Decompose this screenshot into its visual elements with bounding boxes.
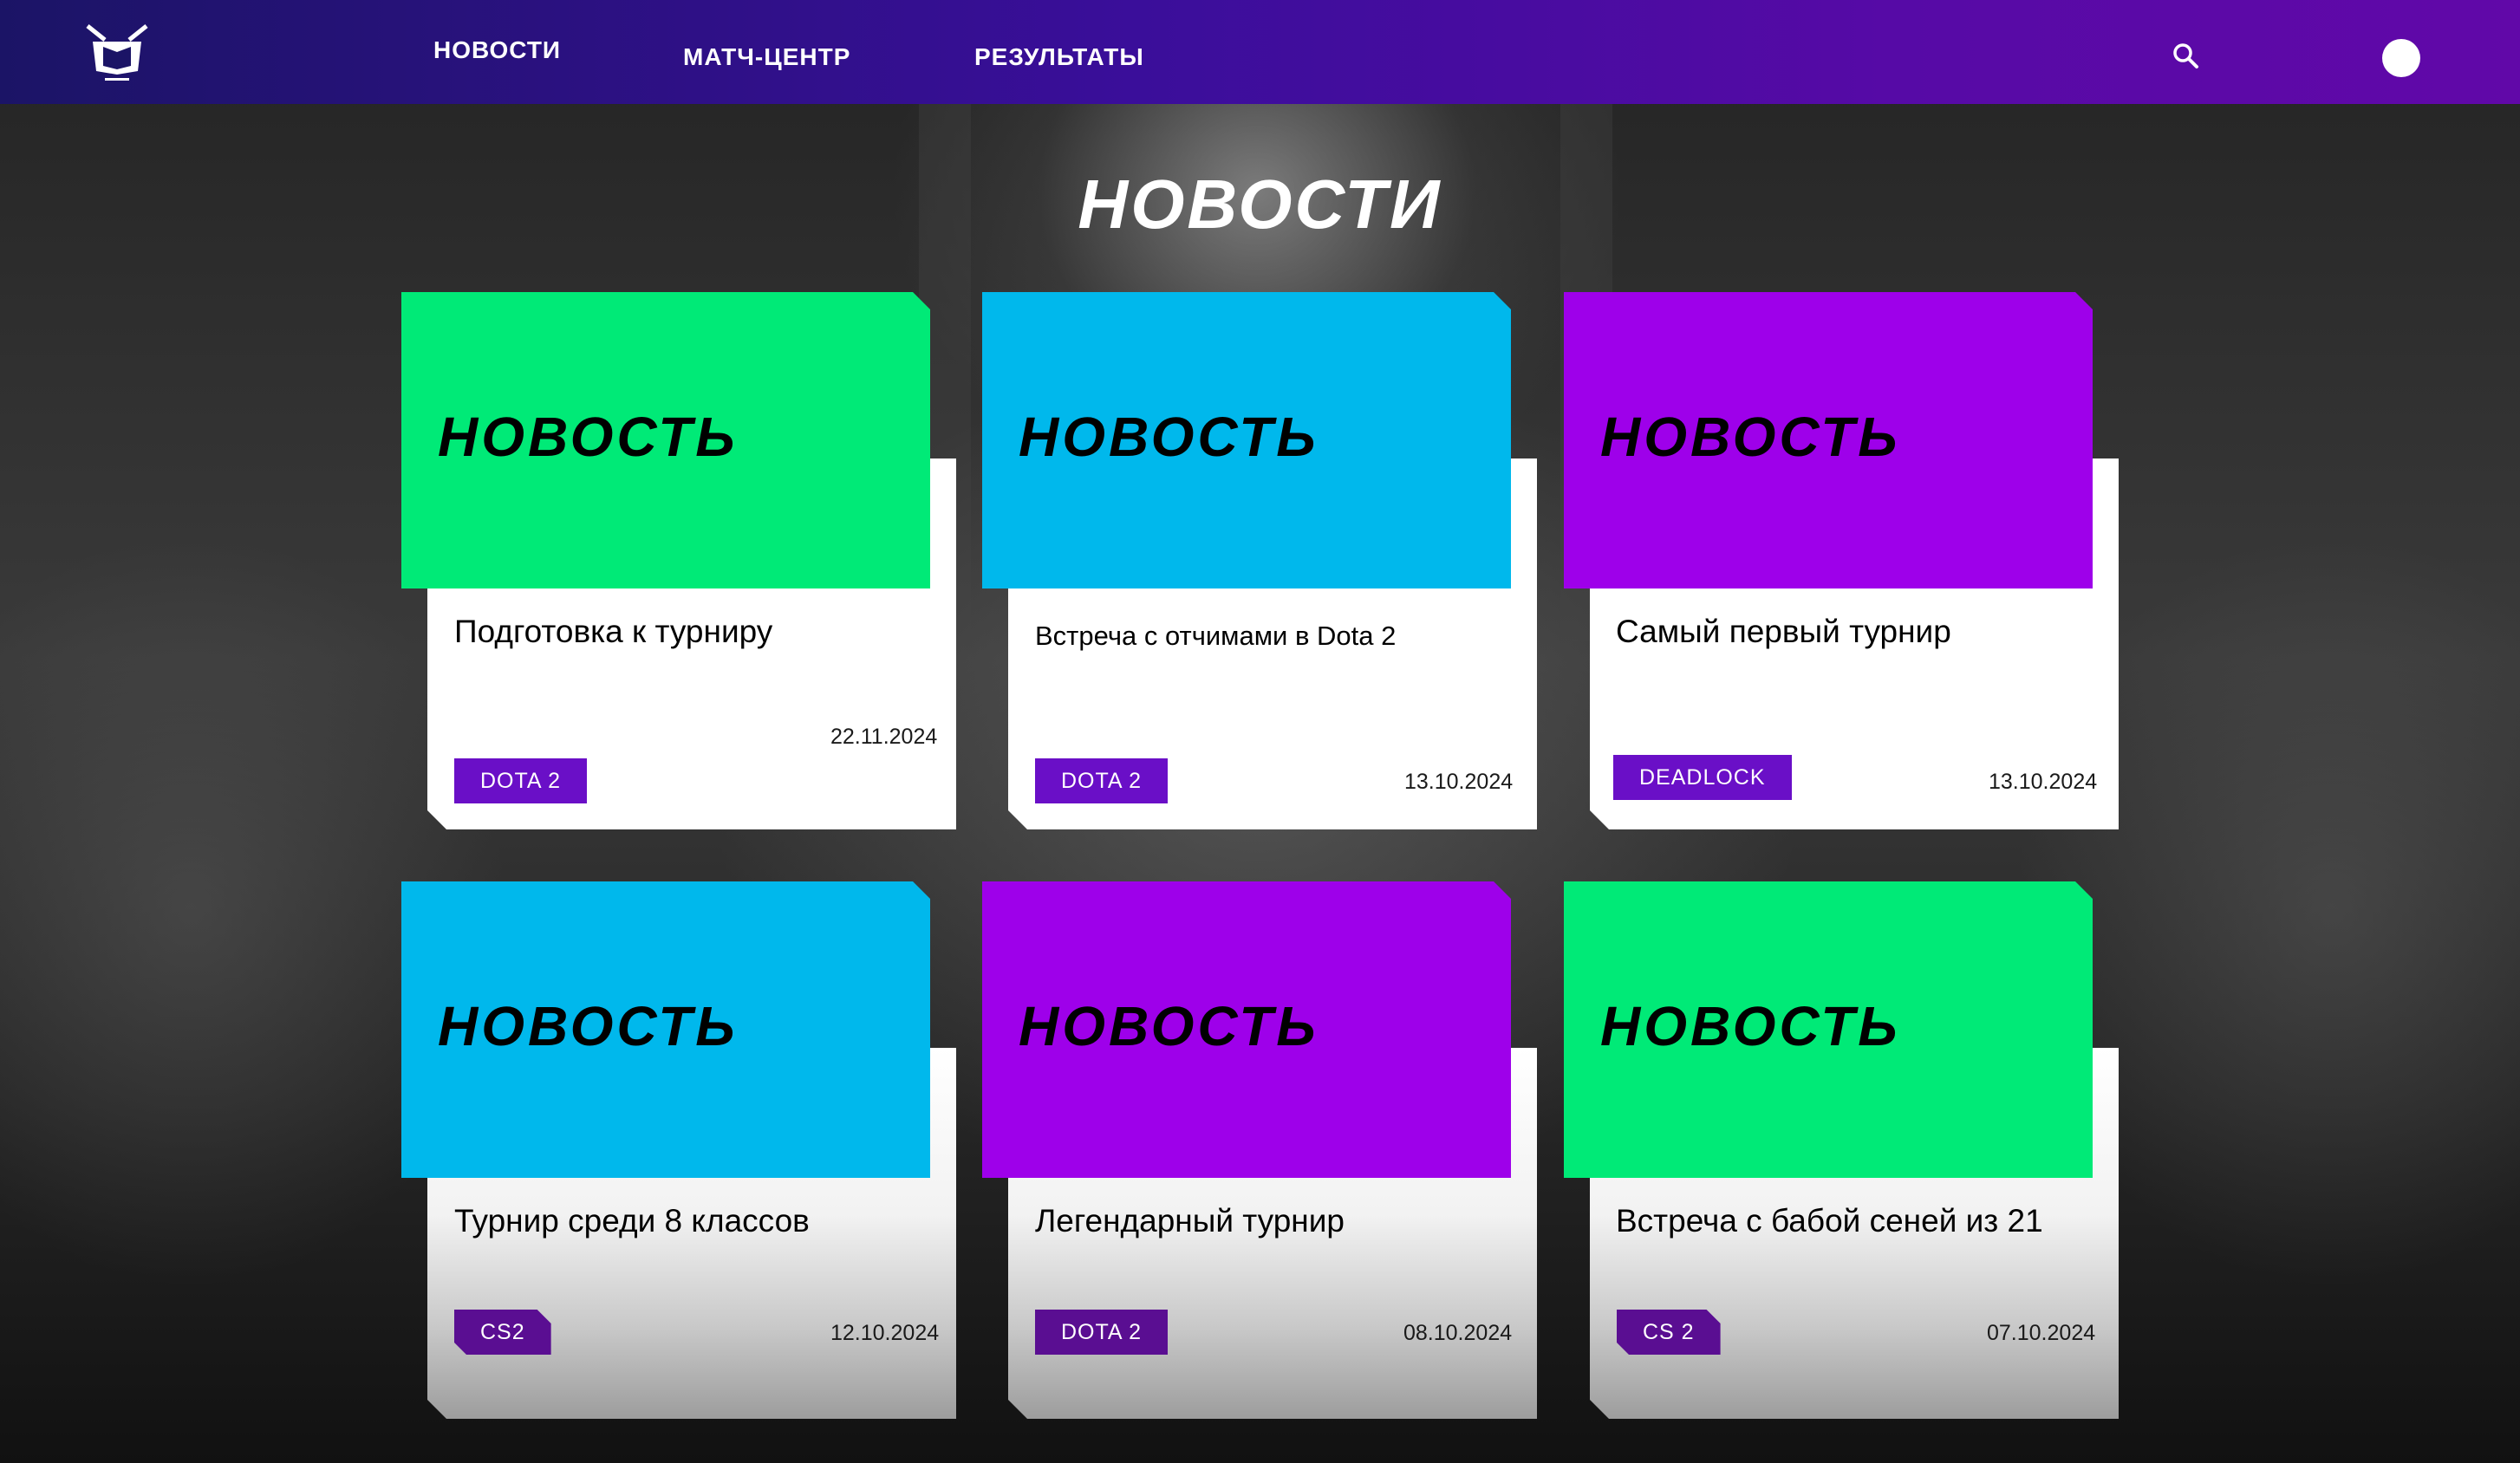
card-date: 08.10.2024 bbox=[1403, 1321, 1513, 1345]
tag-badge[interactable]: DOTA 2 bbox=[1035, 1310, 1169, 1355]
card-title[interactable]: Турнир среди 8 классов bbox=[454, 1203, 810, 1239]
page-title: НОВОСТИ bbox=[1078, 166, 1442, 243]
avatar[interactable] bbox=[2382, 39, 2420, 77]
news-card[interactable]: НОВОСТЬ bbox=[982, 292, 1537, 829]
banner-label: НОВОСТЬ bbox=[1600, 406, 1901, 468]
card-banner: НОВОСТЬ bbox=[982, 881, 1511, 1178]
card-date: 07.10.2024 bbox=[1987, 1321, 2096, 1345]
banner-label: НОВОСТЬ bbox=[1600, 995, 1901, 1057]
card-title[interactable]: Легендарный турнир bbox=[1035, 1203, 1345, 1239]
card-date: 12.10.2024 bbox=[830, 1321, 940, 1345]
card-banner: НОВОСТЬ bbox=[401, 292, 930, 588]
banner-label: НОВОСТЬ bbox=[438, 995, 739, 1057]
card-date: 13.10.2024 bbox=[1404, 770, 1514, 794]
card-title[interactable]: Самый первый турнир bbox=[1616, 614, 1951, 650]
tag-badge[interactable]: CS2 bbox=[454, 1310, 551, 1355]
banner-label: НОВОСТЬ bbox=[438, 406, 739, 468]
card-title[interactable]: Встреча с бабой сеней из 21 bbox=[1616, 1203, 2043, 1239]
card-banner: НОВОСТЬ bbox=[401, 881, 930, 1178]
tag-badge[interactable]: DOTA 2 bbox=[454, 758, 588, 803]
banner-label: НОВОСТЬ bbox=[1019, 995, 1319, 1057]
tag-badge[interactable]: CS 2 bbox=[1617, 1310, 1721, 1355]
top-nav-bar: НОВОСТИ МАТЧ-ЦЕНТР РЕЗУЛЬТАТЫ bbox=[0, 0, 2520, 104]
search-icon[interactable] bbox=[2172, 42, 2199, 69]
tag-badge[interactable]: DOTA 2 bbox=[1035, 758, 1169, 803]
card-banner: НОВОСТЬ bbox=[982, 292, 1511, 588]
card-title[interactable]: Подготовка к турниру bbox=[454, 614, 772, 650]
tag-badge[interactable]: DEADLOCK bbox=[1613, 755, 1792, 800]
nav-match-center[interactable]: МАТЧ-ЦЕНТР bbox=[683, 43, 850, 71]
card-banner: НОВОСТЬ bbox=[1564, 292, 2093, 588]
card-title[interactable]: Встреча с отчимами в Dota 2 bbox=[1035, 621, 1396, 652]
nav-results[interactable]: РЕЗУЛЬТАТЫ bbox=[974, 43, 1144, 71]
card-banner: НОВОСТЬ bbox=[1564, 881, 2093, 1178]
banner-label: НОВОСТЬ bbox=[1019, 406, 1319, 468]
card-date: 22.11.2024 bbox=[830, 725, 938, 749]
logo-icon[interactable] bbox=[82, 21, 152, 87]
card-date: 13.10.2024 bbox=[1989, 770, 2098, 794]
nav-news[interactable]: НОВОСТИ bbox=[433, 36, 561, 64]
news-card[interactable]: НОВОСТЬ bbox=[1564, 292, 2119, 829]
